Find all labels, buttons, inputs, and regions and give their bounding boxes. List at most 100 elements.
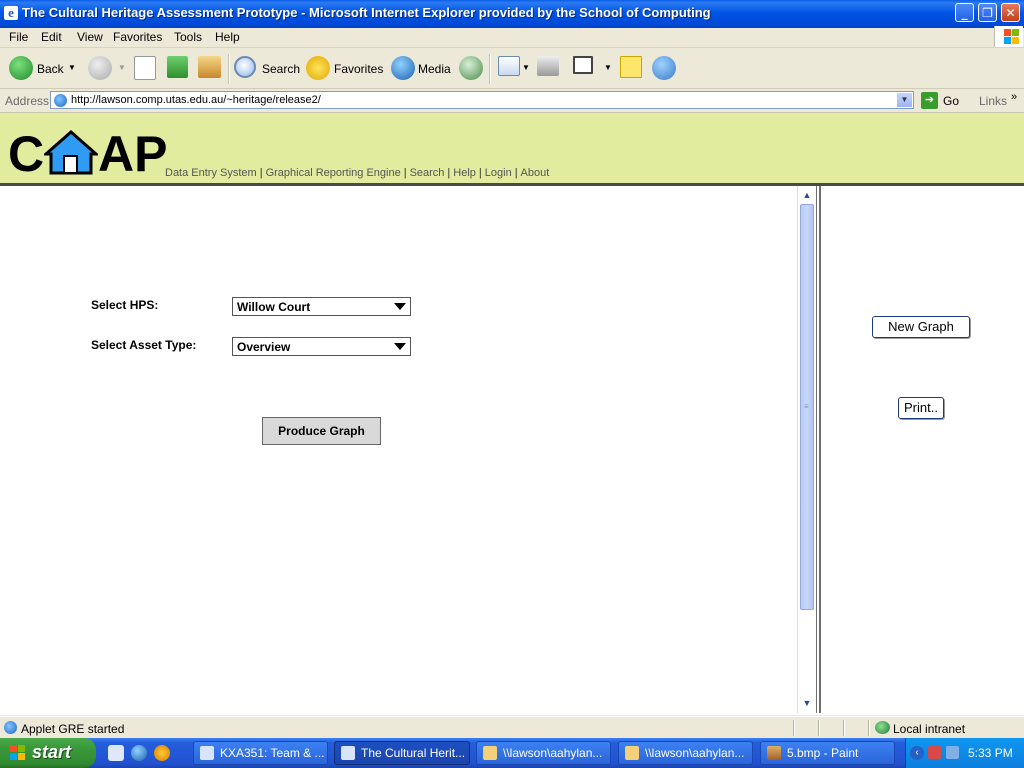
menu-help[interactable]: Help xyxy=(215,30,240,44)
favorites-button[interactable]: Favorites xyxy=(334,62,383,76)
menu-edit[interactable]: Edit xyxy=(41,30,62,44)
address-bar: Address http://lawson.comp.utas.edu.au/~… xyxy=(0,89,1024,113)
nav-login[interactable]: Login xyxy=(485,167,512,179)
scroll-grip-icon: ≡ xyxy=(804,402,809,411)
folder-icon xyxy=(625,746,639,760)
maximize-button[interactable]: ❐ xyxy=(978,3,997,22)
stop-icon[interactable] xyxy=(134,56,156,80)
mail-icon[interactable] xyxy=(498,56,520,76)
page-icon xyxy=(54,94,67,107)
hps-label: Select HPS: xyxy=(91,298,159,312)
menu-view[interactable]: View xyxy=(77,30,103,44)
site-nav: Data Entry System | Graphical Reporting En… xyxy=(165,167,550,179)
forward-history-dropdown-icon[interactable]: ▼ xyxy=(118,63,126,72)
hps-selected-value: Willow Court xyxy=(237,300,311,314)
task-paint[interactable]: 5.bmp - Paint xyxy=(760,741,895,765)
nav-help[interactable]: Help xyxy=(453,167,476,179)
menu-file[interactable]: File xyxy=(9,30,28,44)
messenger-icon[interactable] xyxy=(652,56,676,80)
applet-side-panel: New Graph Print.. xyxy=(819,186,1024,713)
links-chevron-icon[interactable]: » xyxy=(1011,91,1017,103)
back-button[interactable]: Back xyxy=(37,62,64,76)
produce-graph-button[interactable]: Produce Graph xyxy=(262,417,381,445)
page-status-icon xyxy=(4,721,17,734)
print-button[interactable]: Print.. xyxy=(898,397,944,419)
status-bar: Applet GRE started Local intranet xyxy=(0,716,1024,739)
paint-icon xyxy=(767,746,781,760)
dropdown-arrow-icon[interactable] xyxy=(394,343,406,350)
show-hidden-icons-chevron-icon[interactable]: ‹ xyxy=(910,746,924,760)
task-cultural-heritage[interactable]: The Cultural Herit... xyxy=(334,741,470,765)
task-lawson-folder-1[interactable]: \\lawson\aahylan... xyxy=(476,741,611,765)
go-arrow-icon[interactable]: ➔ xyxy=(921,92,938,109)
quicklaunch-ie-icon[interactable] xyxy=(131,745,147,761)
search-button[interactable]: Search xyxy=(262,62,300,76)
task-lawson-folder-2[interactable]: \\lawson\aahylan... xyxy=(618,741,753,765)
folder-icon xyxy=(483,746,497,760)
menu-favorites[interactable]: Favorites xyxy=(113,30,162,44)
menu-tools[interactable]: Tools xyxy=(174,30,202,44)
new-graph-button[interactable]: New Graph xyxy=(872,316,970,338)
print-icon[interactable] xyxy=(537,56,559,76)
dropdown-arrow-icon[interactable] xyxy=(394,303,406,310)
scrollbar-thumb[interactable]: ≡ xyxy=(800,204,814,610)
media-globe-icon[interactable] xyxy=(391,56,415,80)
quicklaunch-media-player-icon[interactable] xyxy=(154,745,170,761)
house-logo-icon xyxy=(44,130,98,175)
site-header: C AP Data Entry System | Graphical Reporti… xyxy=(0,113,1024,186)
security-zone-text: Local intranet xyxy=(893,722,966,736)
scroll-down-icon[interactable]: ▼ xyxy=(799,695,815,711)
asset-type-select[interactable]: Overview xyxy=(232,337,411,356)
edit-icon[interactable] xyxy=(573,56,593,74)
forward-arrow-icon[interactable] xyxy=(88,56,112,80)
scroll-up-icon[interactable]: ▲ xyxy=(799,187,815,203)
menu-bar: File Edit View Favorites Tools Help xyxy=(0,28,1024,48)
address-dropdown-icon[interactable]: ▼ xyxy=(897,93,912,107)
address-label: Address xyxy=(5,94,50,108)
toolbar-separator xyxy=(489,54,491,84)
ie-page-icon xyxy=(341,746,355,760)
network-tray-icon[interactable] xyxy=(946,746,959,759)
history-icon[interactable] xyxy=(459,56,483,80)
system-tray: ‹ 5:33 PM xyxy=(905,738,1024,768)
mail-dropdown-icon[interactable]: ▼ xyxy=(522,63,530,72)
nav-search[interactable]: Search xyxy=(410,167,445,179)
home-icon[interactable] xyxy=(198,56,221,78)
edit-dropdown-icon[interactable]: ▼ xyxy=(604,63,612,72)
back-arrow-icon[interactable] xyxy=(9,56,33,80)
address-url[interactable]: http://lawson.comp.utas.edu.au/~heritage… xyxy=(71,94,321,106)
refresh-icon[interactable] xyxy=(167,56,188,78)
intranet-zone-icon xyxy=(875,721,890,734)
go-button[interactable]: Go xyxy=(943,94,959,108)
nav-graphical-reporting-engine[interactable]: Graphical Reporting Engine xyxy=(266,167,401,179)
start-label: start xyxy=(32,742,72,762)
taskbar: start KXA351: Team & ... The Cultural He… xyxy=(0,738,1024,768)
toolbar: Back ▼ ▼ Search Favorites Media ▼ ▼ xyxy=(0,48,1024,89)
windows-logo-icon xyxy=(994,26,1023,47)
minimize-button[interactable]: _ xyxy=(955,3,974,22)
ie-icon: e xyxy=(4,6,18,20)
nav-about[interactable]: About xyxy=(521,167,550,179)
ie-page-icon xyxy=(200,746,214,760)
applet-scrollbar[interactable]: ▲ ≡ ▼ xyxy=(797,186,816,713)
favorites-star-icon[interactable] xyxy=(306,56,330,80)
toolbar-separator xyxy=(228,54,230,84)
asset-type-selected-value: Overview xyxy=(237,340,291,354)
logo-letter-c: C xyxy=(8,126,45,182)
media-button[interactable]: Media xyxy=(418,62,451,76)
close-button[interactable]: ✕ xyxy=(1001,3,1020,22)
java-tray-icon[interactable] xyxy=(928,746,941,759)
address-input[interactable]: http://lawson.comp.utas.edu.au/~heritage… xyxy=(50,91,914,109)
window-title-bar[interactable]: e The Cultural Heritage Assessment Proto… xyxy=(0,0,1024,28)
start-button[interactable]: start xyxy=(0,738,96,768)
hps-select[interactable]: Willow Court xyxy=(232,297,411,316)
discuss-note-icon[interactable] xyxy=(620,56,642,78)
links-button[interactable]: Links xyxy=(979,94,1007,108)
quicklaunch-desktop-icon[interactable] xyxy=(108,745,124,761)
back-history-dropdown-icon[interactable]: ▼ xyxy=(68,63,76,72)
search-icon[interactable] xyxy=(234,56,256,78)
nav-data-entry-system[interactable]: Data Entry System xyxy=(165,167,257,179)
task-kxa351[interactable]: KXA351: Team & ... xyxy=(193,741,328,765)
windows-flag-icon xyxy=(10,745,26,761)
clock[interactable]: 5:33 PM xyxy=(968,746,1013,760)
